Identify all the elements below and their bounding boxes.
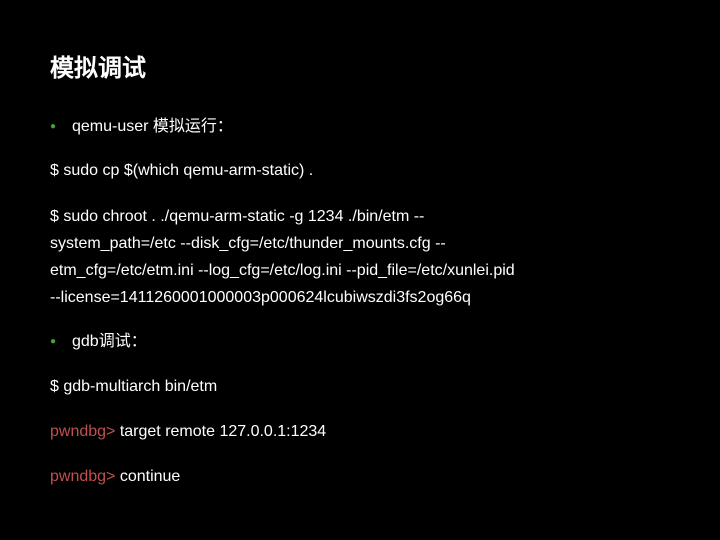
shell-prompt-icon: $ — [50, 208, 59, 225]
cmd-text: continue — [115, 468, 180, 485]
shell-prompt-icon: $ — [50, 378, 59, 395]
pwndbg-prompt-icon: pwndbg> — [50, 423, 115, 440]
cmd-text: system_path=/etc --disk_cfg=/etc/thunder… — [50, 235, 446, 252]
cmd-line-continue: pwndbg> continue — [50, 463, 670, 490]
cmd-text: sudo chroot . ./qemu-arm-static -g 1234 … — [59, 208, 424, 225]
content-list: qemu-user 模拟运行： $ sudo cp $(which qemu-a… — [50, 114, 670, 491]
cmd-line-cp: $ sudo cp $(which qemu-arm-static) . — [50, 157, 670, 184]
cmd-text: sudo cp $(which qemu-arm-static) . — [59, 162, 313, 179]
slide-title: 模拟调试 — [50, 55, 670, 84]
cmd-line-gdb: $ gdb-multiarch bin/etm — [50, 373, 670, 400]
cmd-text: gdb-multiarch bin/etm — [59, 378, 217, 395]
bullet-qemu-text: qemu-user 模拟运行： — [72, 118, 233, 135]
cmd-text: --license=1411260001000003p000624lcubiws… — [50, 289, 471, 306]
bullet-gdb: gdb调试： — [50, 329, 670, 355]
bullet-gdb-text: gdb调试： — [72, 333, 147, 350]
cmd-line-chroot: $ sudo chroot . ./qemu-arm-static -g 123… — [50, 203, 670, 312]
cmd-text: target remote 127.0.0.1:1234 — [115, 423, 326, 440]
shell-prompt-icon: $ — [50, 162, 59, 179]
pwndbg-prompt-icon: pwndbg> — [50, 468, 115, 485]
bullet-qemu: qemu-user 模拟运行： — [50, 114, 670, 140]
cmd-line-target: pwndbg> target remote 127.0.0.1:1234 — [50, 418, 670, 445]
cmd-text: etm_cfg=/etc/etm.ini --log_cfg=/etc/log.… — [50, 262, 515, 279]
